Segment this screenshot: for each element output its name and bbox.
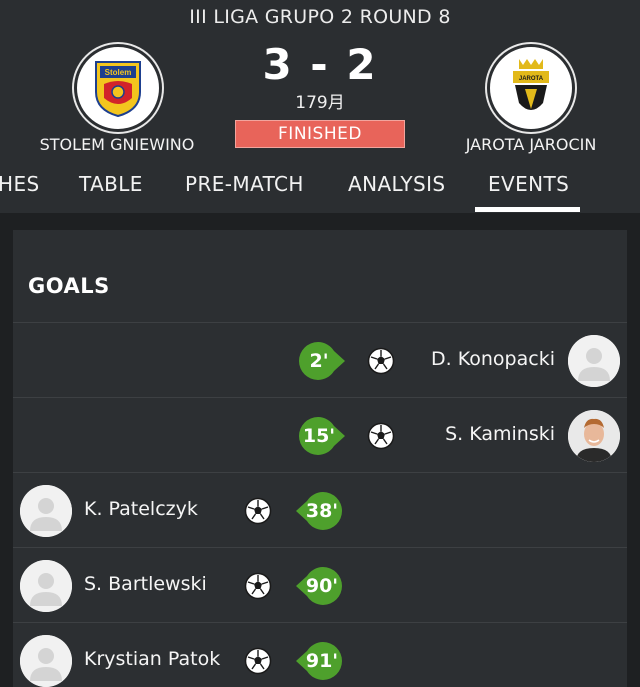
tab-matches[interactable]: HES [0, 172, 40, 196]
goal-minute: 91' [305, 650, 339, 672]
match-date: 179月 [295, 93, 345, 113]
goal-event-row[interactable]: S. Bartlewski 90' [13, 547, 627, 622]
away-team-crest[interactable]: JAROTA [487, 44, 575, 132]
player-avatar-icon [568, 335, 620, 387]
minute-badge: 15' [299, 417, 345, 455]
tab-events[interactable]: EVENTS [488, 172, 569, 196]
goal-event-row[interactable]: Krystian Patok 91' [13, 622, 627, 687]
svg-text:Stolem: Stolem [105, 68, 132, 77]
match-tabs: HES TABLE PRE-MATCH ANALYSIS EVENTS [0, 166, 640, 213]
goal-scorer-name[interactable]: K. Patelczyk [84, 498, 198, 520]
svg-text:JAROTA: JAROTA [519, 76, 544, 82]
home-crest-icon: Stolem [95, 61, 141, 118]
goal-event-row[interactable]: K. Patelczyk 38' [13, 472, 627, 547]
player-avatar-icon [20, 635, 72, 687]
player-avatar[interactable] [20, 560, 72, 612]
player-photo-icon [568, 410, 620, 462]
goal-scorer-name[interactable]: S. Bartlewski [84, 573, 207, 595]
tab-pre-match[interactable]: PRE-MATCH [185, 172, 304, 196]
tab-table[interactable]: TABLE [79, 172, 143, 196]
away-crest-icon: JAROTA [513, 59, 549, 110]
goal-minute: 2' [309, 350, 329, 372]
minute-badge: 38' [290, 492, 342, 530]
goal-minute: 15' [302, 425, 336, 447]
player-avatar-icon [20, 560, 72, 612]
minute-badge: 91' [290, 642, 342, 680]
soccer-ball-icon [367, 347, 395, 375]
active-tab-indicator [475, 207, 580, 212]
competition-round: III LIGA GRUPO 2 ROUND 8 [189, 6, 451, 28]
goal-scorer-name[interactable]: Krystian Patok [84, 648, 220, 670]
soccer-ball-icon [244, 572, 272, 600]
goal-event-row[interactable]: 2' D. Konopacki [13, 322, 627, 397]
goal-minute: 90' [305, 575, 339, 597]
goals-section-title: GOALS [28, 274, 110, 298]
match-header: III LIGA GRUPO 2 ROUND 8 Stolem STOLEM G… [0, 0, 640, 213]
player-avatar-icon [20, 485, 72, 537]
soccer-ball-icon [367, 422, 395, 450]
goal-scorer-name[interactable]: D. Konopacki [431, 348, 555, 370]
goal-scorer-name[interactable]: S. Kaminski [445, 423, 555, 445]
soccer-ball-icon [244, 497, 272, 525]
player-avatar[interactable] [568, 335, 620, 387]
player-avatar[interactable] [20, 485, 72, 537]
home-team-name[interactable]: STOLEM GNIEWINO [17, 135, 217, 154]
goal-minute: 38' [305, 500, 339, 522]
away-team-name[interactable]: JAROTA JAROCIN [431, 135, 631, 154]
tab-analysis[interactable]: ANALYSIS [348, 172, 446, 196]
match-status-badge: FINISHED [235, 120, 405, 148]
events-content: GOALS 2' D. Konopacki 15' S. Kaminski K.… [0, 213, 640, 687]
player-avatar[interactable] [568, 410, 620, 462]
player-avatar[interactable] [20, 635, 72, 687]
match-score: 3 - 2 [262, 40, 378, 89]
soccer-ball-icon [244, 647, 272, 675]
minute-badge: 2' [299, 342, 345, 380]
home-team-crest[interactable]: Stolem [74, 44, 162, 132]
goal-event-row[interactable]: 15' S. Kaminski [13, 397, 627, 472]
minute-badge: 90' [290, 567, 342, 605]
goals-card: GOALS 2' D. Konopacki 15' S. Kaminski K.… [13, 230, 627, 687]
